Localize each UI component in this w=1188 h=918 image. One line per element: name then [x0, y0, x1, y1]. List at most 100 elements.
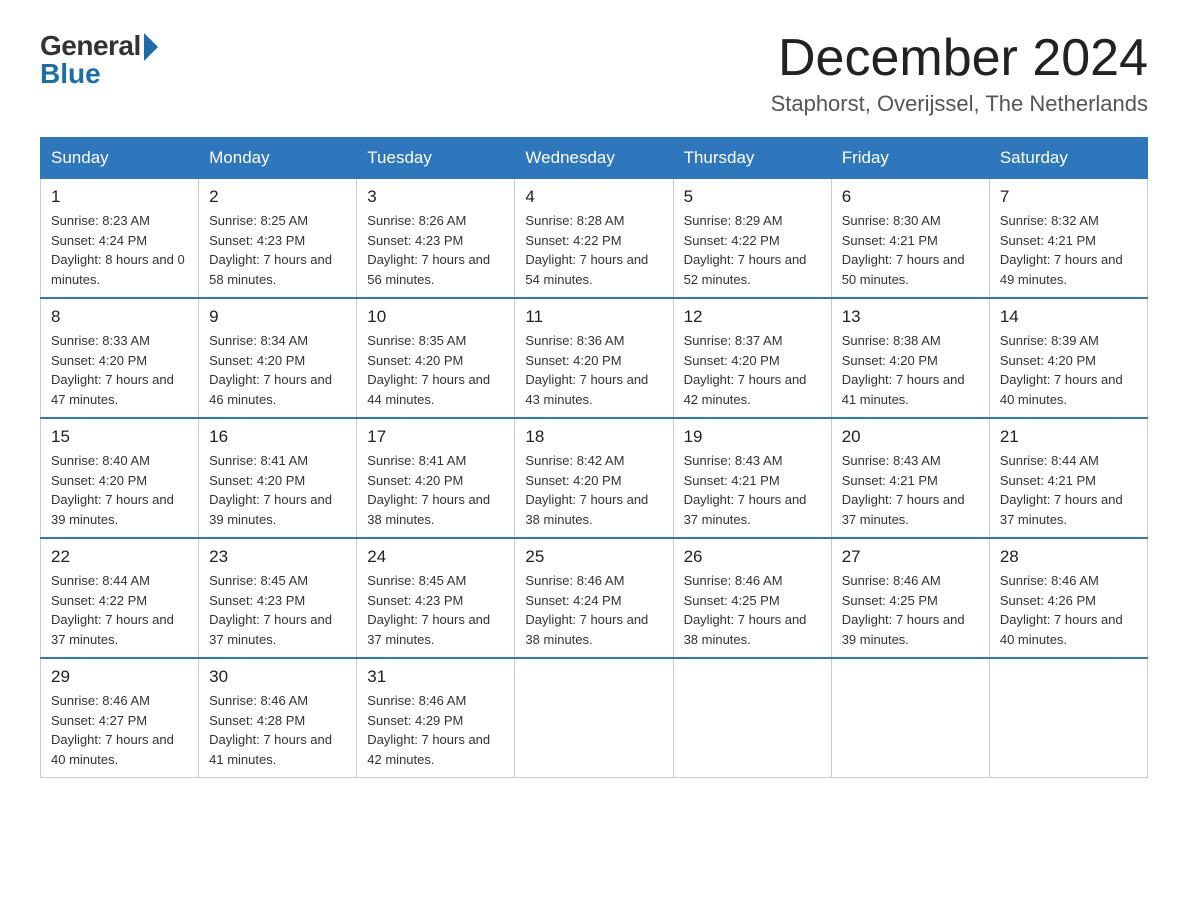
calendar-cell: 21 Sunrise: 8:44 AMSunset: 4:21 PMDayligh… — [989, 418, 1147, 538]
day-info: Sunrise: 8:38 AMSunset: 4:20 PMDaylight:… — [842, 331, 979, 409]
day-info: Sunrise: 8:43 AMSunset: 4:21 PMDaylight:… — [842, 451, 979, 529]
calendar-cell: 16 Sunrise: 8:41 AMSunset: 4:20 PMDayligh… — [199, 418, 357, 538]
day-number: 7 — [1000, 187, 1137, 207]
calendar-cell: 18 Sunrise: 8:42 AMSunset: 4:20 PMDayligh… — [515, 418, 673, 538]
day-info: Sunrise: 8:33 AMSunset: 4:20 PMDaylight:… — [51, 331, 188, 409]
day-number: 16 — [209, 427, 346, 447]
day-number: 10 — [367, 307, 504, 327]
calendar-cell: 31 Sunrise: 8:46 AMSunset: 4:29 PMDayligh… — [357, 658, 515, 778]
weekday-header-wednesday: Wednesday — [515, 138, 673, 179]
day-info: Sunrise: 8:30 AMSunset: 4:21 PMDaylight:… — [842, 211, 979, 289]
page-header: General Blue December 2024 Staphorst, Ov… — [40, 30, 1148, 117]
calendar-cell: 26Sunrise: 8:46 AMSunset: 4:25 PMDayligh… — [673, 538, 831, 658]
calendar-cell: 22Sunrise: 8:44 AMSunset: 4:22 PMDayligh… — [41, 538, 199, 658]
day-info: Sunrise: 8:46 AMSunset: 4:26 PMDaylight:… — [1000, 571, 1137, 649]
day-info: Sunrise: 8:46 AMSunset: 4:28 PMDaylight:… — [209, 691, 346, 769]
day-info: Sunrise: 8:46 AMSunset: 4:25 PMDaylight:… — [684, 571, 821, 649]
day-number: 31 — [367, 667, 504, 687]
week-row-4: 22Sunrise: 8:44 AMSunset: 4:22 PMDayligh… — [41, 538, 1148, 658]
day-number: 9 — [209, 307, 346, 327]
day-info: Sunrise: 8:40 AMSunset: 4:20 PMDaylight:… — [51, 451, 188, 529]
calendar-cell: 2 Sunrise: 8:25 AMSunset: 4:23 PMDaylight… — [199, 179, 357, 299]
day-info: Sunrise: 8:45 AMSunset: 4:23 PMDaylight:… — [209, 571, 346, 649]
calendar-cell: 29 Sunrise: 8:46 AMSunset: 4:27 PMDayligh… — [41, 658, 199, 778]
day-info: Sunrise: 8:46 AMSunset: 4:24 PMDaylight:… — [525, 571, 662, 649]
day-info: Sunrise: 8:46 AMSunset: 4:25 PMDaylight:… — [842, 571, 979, 649]
calendar-cell: 17 Sunrise: 8:41 AMSunset: 4:20 PMDayligh… — [357, 418, 515, 538]
calendar-cell — [515, 658, 673, 778]
day-number: 12 — [684, 307, 821, 327]
calendar-cell: 3 Sunrise: 8:26 AMSunset: 4:23 PMDaylight… — [357, 179, 515, 299]
day-number: 1 — [51, 187, 188, 207]
calendar-cell — [673, 658, 831, 778]
weekday-header-monday: Monday — [199, 138, 357, 179]
calendar-cell: 30 Sunrise: 8:46 AMSunset: 4:28 PMDayligh… — [199, 658, 357, 778]
day-info: Sunrise: 8:35 AMSunset: 4:20 PMDaylight:… — [367, 331, 504, 409]
weekday-header-tuesday: Tuesday — [357, 138, 515, 179]
month-title: December 2024 — [771, 30, 1148, 87]
day-number: 25 — [525, 547, 662, 567]
calendar-cell: 28 Sunrise: 8:46 AMSunset: 4:26 PMDayligh… — [989, 538, 1147, 658]
weekday-header-friday: Friday — [831, 138, 989, 179]
calendar-cell: 23 Sunrise: 8:45 AMSunset: 4:23 PMDayligh… — [199, 538, 357, 658]
day-info: Sunrise: 8:32 AMSunset: 4:21 PMDaylight:… — [1000, 211, 1137, 289]
title-block: December 2024 Staphorst, Overijssel, The… — [771, 30, 1148, 117]
day-number: 4 — [525, 187, 662, 207]
logo-blue-text: Blue — [40, 58, 101, 90]
calendar-cell — [989, 658, 1147, 778]
day-number: 6 — [842, 187, 979, 207]
day-number: 27 — [842, 547, 979, 567]
calendar-cell: 10 Sunrise: 8:35 AMSunset: 4:20 PMDayligh… — [357, 298, 515, 418]
day-info: Sunrise: 8:36 AMSunset: 4:20 PMDaylight:… — [525, 331, 662, 409]
weekday-header-thursday: Thursday — [673, 138, 831, 179]
day-number: 21 — [1000, 427, 1137, 447]
week-row-1: 1Sunrise: 8:23 AMSunset: 4:24 PMDaylight… — [41, 179, 1148, 299]
day-number: 14 — [1000, 307, 1137, 327]
day-number: 23 — [209, 547, 346, 567]
calendar-cell: 19Sunrise: 8:43 AMSunset: 4:21 PMDayligh… — [673, 418, 831, 538]
day-number: 11 — [525, 307, 662, 327]
calendar-cell: 9Sunrise: 8:34 AMSunset: 4:20 PMDaylight… — [199, 298, 357, 418]
day-info: Sunrise: 8:26 AMSunset: 4:23 PMDaylight:… — [367, 211, 504, 289]
day-info: Sunrise: 8:42 AMSunset: 4:20 PMDaylight:… — [525, 451, 662, 529]
weekday-header-sunday: Sunday — [41, 138, 199, 179]
day-info: Sunrise: 8:39 AMSunset: 4:20 PMDaylight:… — [1000, 331, 1137, 409]
calendar-cell: 11 Sunrise: 8:36 AMSunset: 4:20 PMDayligh… — [515, 298, 673, 418]
week-row-2: 8Sunrise: 8:33 AMSunset: 4:20 PMDaylight… — [41, 298, 1148, 418]
day-number: 5 — [684, 187, 821, 207]
day-number: 18 — [525, 427, 662, 447]
week-row-5: 29 Sunrise: 8:46 AMSunset: 4:27 PMDayligh… — [41, 658, 1148, 778]
location-subtitle: Staphorst, Overijssel, The Netherlands — [771, 91, 1148, 117]
day-info: Sunrise: 8:43 AMSunset: 4:21 PMDaylight:… — [684, 451, 821, 529]
day-number: 22 — [51, 547, 188, 567]
day-info: Sunrise: 8:44 AMSunset: 4:21 PMDaylight:… — [1000, 451, 1137, 529]
day-info: Sunrise: 8:41 AMSunset: 4:20 PMDaylight:… — [367, 451, 504, 529]
calendar-cell: 20Sunrise: 8:43 AMSunset: 4:21 PMDayligh… — [831, 418, 989, 538]
day-info: Sunrise: 8:28 AMSunset: 4:22 PMDaylight:… — [525, 211, 662, 289]
day-info: Sunrise: 8:37 AMSunset: 4:20 PMDaylight:… — [684, 331, 821, 409]
day-info: Sunrise: 8:25 AMSunset: 4:23 PMDaylight:… — [209, 211, 346, 289]
day-info: Sunrise: 8:46 AMSunset: 4:27 PMDaylight:… — [51, 691, 188, 769]
day-number: 30 — [209, 667, 346, 687]
calendar-cell: 14 Sunrise: 8:39 AMSunset: 4:20 PMDayligh… — [989, 298, 1147, 418]
calendar-cell: 8Sunrise: 8:33 AMSunset: 4:20 PMDaylight… — [41, 298, 199, 418]
calendar-cell: 12 Sunrise: 8:37 AMSunset: 4:20 PMDayligh… — [673, 298, 831, 418]
day-info: Sunrise: 8:45 AMSunset: 4:23 PMDaylight:… — [367, 571, 504, 649]
day-number: 15 — [51, 427, 188, 447]
day-info: Sunrise: 8:41 AMSunset: 4:20 PMDaylight:… — [209, 451, 346, 529]
calendar-cell: 15 Sunrise: 8:40 AMSunset: 4:20 PMDayligh… — [41, 418, 199, 538]
day-number: 2 — [209, 187, 346, 207]
day-info: Sunrise: 8:46 AMSunset: 4:29 PMDaylight:… — [367, 691, 504, 769]
day-info: Sunrise: 8:29 AMSunset: 4:22 PMDaylight:… — [684, 211, 821, 289]
calendar-cell: 24Sunrise: 8:45 AMSunset: 4:23 PMDayligh… — [357, 538, 515, 658]
day-number: 28 — [1000, 547, 1137, 567]
weekday-header-row: SundayMondayTuesdayWednesdayThursdayFrid… — [41, 138, 1148, 179]
calendar-cell: 27 Sunrise: 8:46 AMSunset: 4:25 PMDayligh… — [831, 538, 989, 658]
logo-arrow-icon — [144, 33, 158, 61]
day-number: 29 — [51, 667, 188, 687]
day-number: 17 — [367, 427, 504, 447]
calendar-cell: 6 Sunrise: 8:30 AMSunset: 4:21 PMDaylight… — [831, 179, 989, 299]
calendar-cell — [831, 658, 989, 778]
day-number: 3 — [367, 187, 504, 207]
weekday-header-saturday: Saturday — [989, 138, 1147, 179]
